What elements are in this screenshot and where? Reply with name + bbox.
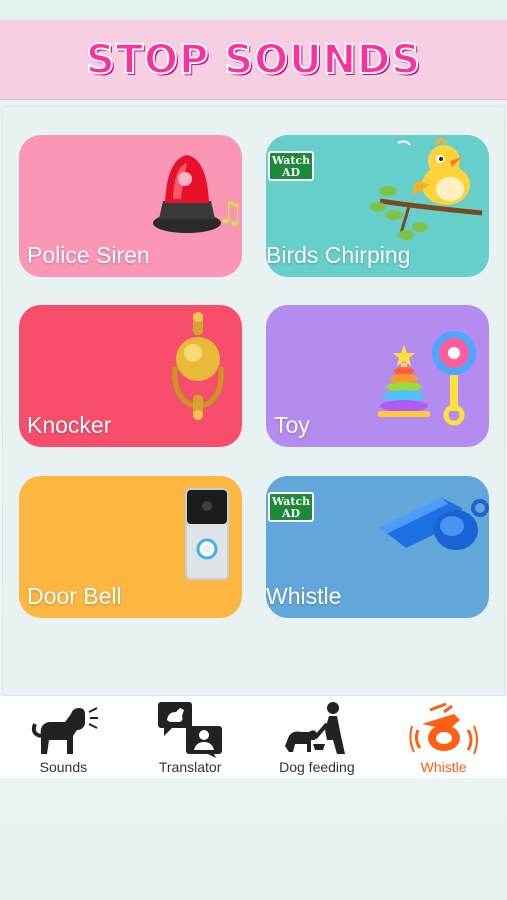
card-police-siren[interactable]: ♫ Police Siren (19, 135, 242, 277)
card-birds-chirping[interactable]: Watch AD Birds Chirping (266, 135, 489, 277)
door-knocker-icon (172, 312, 224, 420)
card-label: Knocker (27, 412, 112, 438)
sounds-grid: ♫ Police Siren Watch AD Birds Chirping K… (2, 106, 505, 696)
barking-dog-icon (32, 707, 99, 754)
nav-label: Sounds (39, 759, 88, 775)
app-header: STOP SOUNDS (0, 20, 507, 100)
card-toy[interactable]: Toy (266, 305, 489, 447)
page-title: STOP SOUNDS (85, 36, 422, 84)
doorbell-icon (185, 488, 229, 580)
nav-item-sounds[interactable]: Sounds (0, 696, 127, 778)
card-knocker[interactable]: Knocker (19, 305, 242, 447)
whistle-icon (409, 702, 478, 755)
card-whistle[interactable]: Watch AD Whistle (266, 476, 489, 618)
card-label: Whistle (266, 583, 342, 609)
nav-label: Dog feeding (279, 759, 355, 775)
watch-ad-badge: Watch AD (268, 151, 314, 181)
nav-item-dog-feeding[interactable]: Dog feeding (254, 696, 381, 778)
card-label: Birds Chirping (266, 242, 411, 268)
card-label: Door Bell (27, 583, 122, 609)
nav-item-translator[interactable]: Translator (127, 696, 254, 778)
bird-icon (370, 138, 483, 240)
card-door-bell[interactable]: Door Bell (19, 476, 242, 618)
watch-ad-badge: Watch AD (268, 492, 314, 522)
card-label: Toy (274, 412, 310, 438)
nav-label: Translator (158, 759, 222, 775)
nav-item-whistle[interactable]: Whistle (380, 696, 507, 778)
dog-feeding-icon (284, 702, 345, 754)
translator-icon (158, 702, 223, 758)
bottom-nav: Sounds Translator Dog feeding Whistle (0, 696, 507, 778)
nav-label: Whistle (420, 759, 467, 775)
ad-badge-line2: AD (281, 507, 301, 520)
police-siren-icon: ♫ (153, 155, 242, 233)
toy-icon (378, 331, 476, 426)
ad-badge-line2: AD (281, 166, 301, 179)
whistle-icon (380, 498, 489, 550)
card-label: Police Siren (27, 242, 150, 268)
svg-text:♫: ♫ (217, 196, 242, 231)
